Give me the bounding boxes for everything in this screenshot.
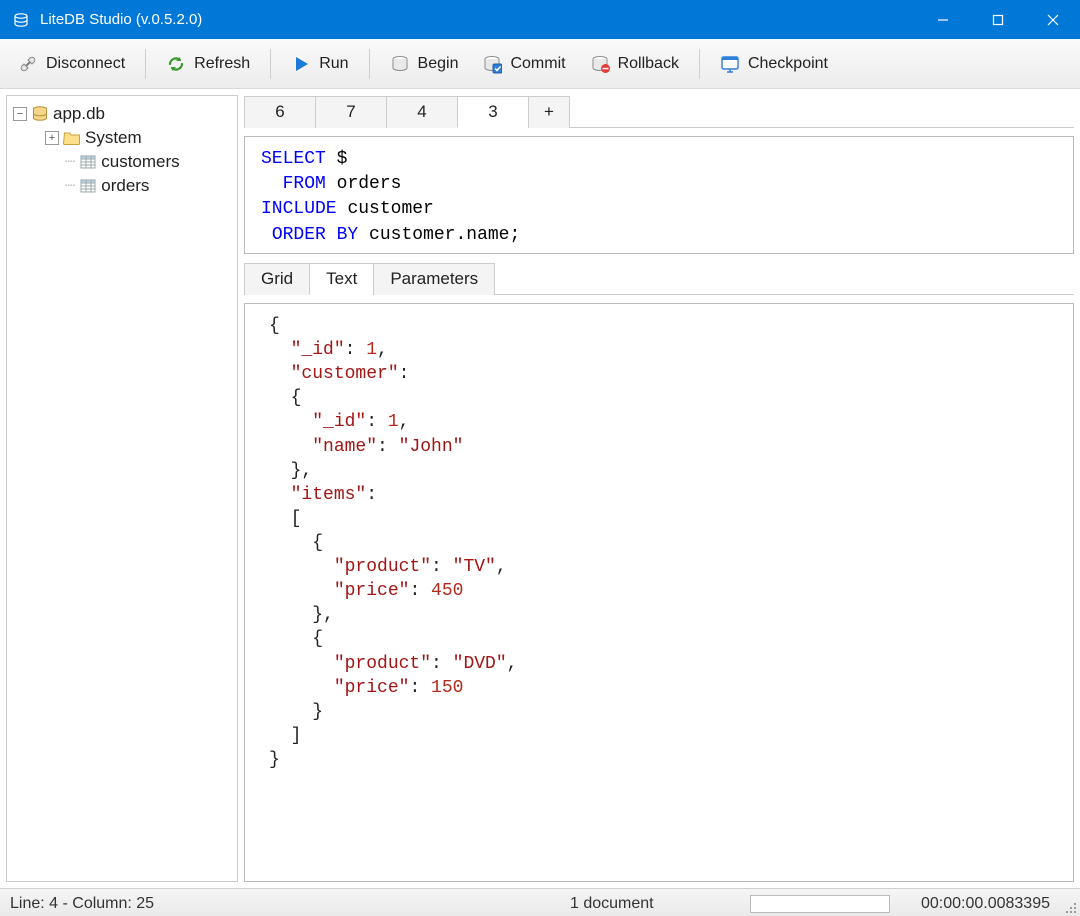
disconnect-icon	[18, 54, 38, 74]
table-icon	[79, 153, 97, 171]
app-icon	[12, 11, 30, 29]
commit-button[interactable]: Commit	[472, 49, 575, 79]
kw-order-by: ORDER BY	[272, 225, 358, 245]
resize-gripper-icon[interactable]	[1063, 900, 1077, 914]
result-tab-grid[interactable]: Grid	[244, 263, 310, 295]
from-target: orders	[337, 174, 402, 194]
tree-line: ┈	[65, 176, 75, 196]
minimize-button[interactable]	[915, 0, 970, 39]
disconnect-button[interactable]: Disconnect	[8, 49, 135, 79]
rollback-button[interactable]: Rollback	[580, 49, 689, 79]
maximize-button[interactable]	[970, 0, 1025, 39]
kw-from: FROM	[283, 174, 326, 194]
run-label: Run	[319, 55, 348, 73]
query-tab-active[interactable]: 3	[457, 96, 529, 128]
query-editor[interactable]: SELECT $ FROM orders INCLUDE customer OR…	[244, 136, 1074, 254]
titlebar: LiteDB Studio (v.0.5.2.0)	[0, 0, 1080, 39]
toolbar: Disconnect Refresh Run Begin Commit Roll…	[0, 39, 1080, 89]
begin-button[interactable]: Begin	[380, 49, 469, 79]
status-elapsed: 00:00:00.0083395	[890, 895, 1070, 913]
tree-collection-label: customers	[101, 152, 179, 172]
checkpoint-button[interactable]: Checkpoint	[710, 49, 838, 79]
window-title: LiteDB Studio (v.0.5.2.0)	[40, 11, 202, 28]
begin-icon	[390, 54, 410, 74]
window-controls	[915, 0, 1080, 39]
main-panel: 6 7 4 3 + SELECT $ FROM orders INCLUDE c…	[244, 95, 1074, 882]
query-tab[interactable]: 7	[315, 96, 387, 128]
table-icon	[79, 177, 97, 195]
status-cursor: Line: 4 - Column: 25	[10, 895, 570, 913]
query-tab[interactable]: 4	[386, 96, 458, 128]
separator	[145, 49, 146, 79]
order-by-target: customer.name;	[369, 225, 520, 245]
kw-include: INCLUDE	[261, 199, 337, 219]
commit-icon	[482, 54, 502, 74]
separator	[270, 49, 271, 79]
tree-line: ┈	[65, 152, 75, 172]
checkpoint-label: Checkpoint	[748, 55, 828, 73]
run-button[interactable]: Run	[281, 49, 358, 79]
tree-collection-customers[interactable]: ┈ customers	[11, 150, 233, 174]
query-tab-add[interactable]: +	[528, 96, 570, 128]
tree-collection-orders[interactable]: ┈ orders	[11, 174, 233, 198]
tree-db-node[interactable]: − app.db	[11, 102, 233, 126]
status-progress	[750, 895, 890, 913]
kw-select: SELECT	[261, 149, 326, 169]
rollback-label: Rollback	[618, 55, 679, 73]
disconnect-label: Disconnect	[46, 55, 125, 73]
tree-system-node[interactable]: + System	[11, 126, 233, 150]
tree-db-label: app.db	[53, 104, 105, 124]
result-text[interactable]: { "_id": 1, "customer": { "_id": 1, "nam…	[244, 303, 1074, 882]
query-tabs: 6 7 4 3 +	[244, 95, 1074, 128]
commit-label: Commit	[510, 55, 565, 73]
result-tab-text[interactable]: Text	[309, 263, 374, 295]
close-button[interactable]	[1025, 0, 1080, 39]
separator	[369, 49, 370, 79]
tree-system-label: System	[85, 128, 142, 148]
collapse-icon[interactable]: −	[13, 107, 27, 121]
refresh-button[interactable]: Refresh	[156, 49, 260, 79]
run-icon	[291, 54, 311, 74]
begin-label: Begin	[418, 55, 459, 73]
status-docs: 1 document	[570, 895, 750, 913]
refresh-icon	[166, 54, 186, 74]
checkpoint-icon	[720, 54, 740, 74]
statusbar: Line: 4 - Column: 25 1 document 00:00:00…	[0, 888, 1080, 916]
result-tab-parameters[interactable]: Parameters	[373, 263, 495, 295]
result-tabs: Grid Text Parameters	[244, 262, 1074, 295]
folder-icon	[63, 129, 81, 147]
database-icon	[31, 105, 49, 123]
refresh-label: Refresh	[194, 55, 250, 73]
expand-icon[interactable]: +	[45, 131, 59, 145]
rollback-icon	[590, 54, 610, 74]
separator	[699, 49, 700, 79]
select-target: $	[337, 149, 348, 169]
tree-collection-label: orders	[101, 176, 149, 196]
query-tab[interactable]: 6	[244, 96, 316, 128]
include-target: customer	[347, 199, 433, 219]
sidebar-tree[interactable]: − app.db + System ┈ customers ┈ orde	[6, 95, 238, 882]
